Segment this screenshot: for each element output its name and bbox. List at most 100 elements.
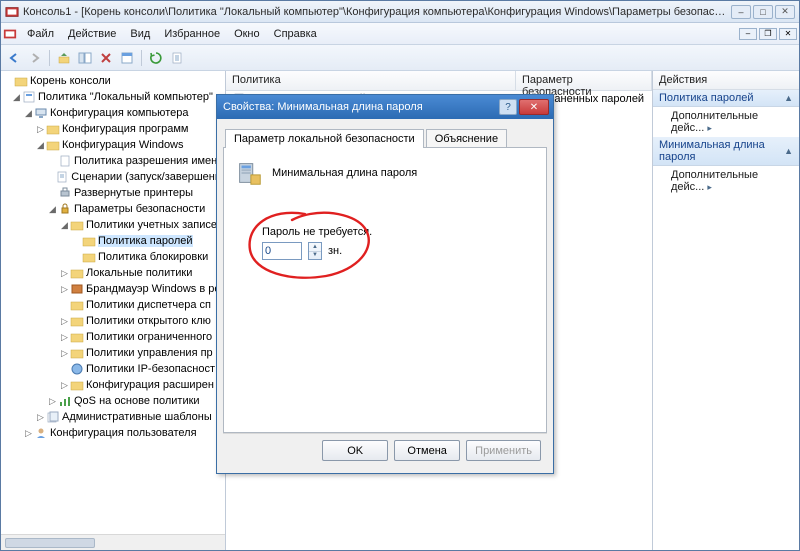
page-icon	[58, 154, 72, 168]
tree-item[interactable]: Политика блокировки	[98, 251, 208, 263]
tree[interactable]: Корень консоли ◢ Политика "Локальный комп…	[1, 71, 225, 534]
actions-group-1[interactable]: Политика паролей▲	[653, 90, 799, 107]
menu-view[interactable]: Вид	[124, 26, 156, 42]
delete-button[interactable]	[97, 49, 115, 67]
mmc-small-icon	[3, 27, 17, 41]
folder-icon	[70, 346, 84, 360]
spin-buttons[interactable]: ▲▼	[308, 242, 322, 260]
menu-file[interactable]: Файл	[21, 26, 60, 42]
child-minimize-button[interactable]: –	[739, 28, 757, 40]
ok-button[interactable]: OK	[322, 440, 388, 461]
chevron-right-icon: ▸	[707, 123, 712, 133]
twisty-icon[interactable]: ▷	[59, 284, 70, 295]
tab-local-security[interactable]: Параметр локальной безопасности	[225, 129, 424, 148]
tree-item[interactable]: Конфигурация расширен	[86, 379, 214, 391]
mmc-icon	[5, 5, 19, 19]
tree-item[interactable]: Политики управления пр	[86, 347, 213, 359]
script-icon	[55, 170, 69, 184]
show-hide-tree-button[interactable]	[76, 49, 94, 67]
folder-icon	[82, 234, 96, 248]
twisty-icon[interactable]: ▷	[59, 268, 70, 279]
menu-window[interactable]: Окно	[228, 26, 266, 42]
twisty-icon[interactable]: ◢	[47, 204, 58, 215]
tree-item[interactable]: Конфигурация компьютера	[50, 107, 188, 119]
child-restore-button[interactable]: ❐	[759, 28, 777, 40]
tree-item[interactable]: Сценарии (запуск/завершени	[71, 171, 221, 183]
properties-button[interactable]	[118, 49, 136, 67]
back-button[interactable]	[5, 49, 23, 67]
twisty-icon[interactable]: ▷	[59, 380, 70, 391]
twisty-icon[interactable]: ▷	[47, 396, 58, 407]
tree-item-selected[interactable]: Политика паролей	[98, 235, 193, 247]
window-title: Консоль1 - [Корень консоли\Политика "Лок…	[23, 6, 731, 18]
refresh-button[interactable]	[147, 49, 165, 67]
min-length-input[interactable]	[262, 242, 302, 260]
tree-item[interactable]: Конфигурация Windows	[62, 139, 184, 151]
tree-item[interactable]: Параметры безопасности	[74, 203, 205, 215]
actions-more-2[interactable]: Дополнительные дейс... ▸	[653, 166, 799, 196]
minimize-button[interactable]: –	[731, 5, 751, 19]
cancel-button[interactable]: Отмена	[394, 440, 460, 461]
menu-action[interactable]: Действие	[62, 26, 122, 42]
unit-label: зн.	[328, 245, 342, 257]
twisty-icon[interactable]: ▷	[59, 316, 70, 327]
twisty-icon[interactable]: ▷	[59, 332, 70, 343]
close-button[interactable]: ✕	[775, 5, 795, 19]
export-list-button[interactable]	[168, 49, 186, 67]
spin-up-icon[interactable]: ▲	[309, 243, 321, 252]
tree-item[interactable]: Политики учетных записе	[86, 219, 217, 231]
column-policy[interactable]: Политика	[226, 71, 516, 90]
user-icon	[34, 426, 48, 440]
column-param[interactable]: Параметр безопасности	[516, 71, 652, 90]
tab-explanation[interactable]: Объяснение	[426, 129, 507, 148]
tree-item[interactable]: QoS на основе политики	[74, 395, 200, 407]
folder-icon	[46, 122, 60, 136]
folder-icon	[70, 314, 84, 328]
spin-down-icon[interactable]: ▼	[309, 252, 321, 260]
actions-more-1[interactable]: Дополнительные дейс... ▸	[653, 107, 799, 137]
tab-page: Минимальная длина пароля Пароль не требу…	[223, 147, 547, 433]
tree-item[interactable]: Политики IP-безопасност	[86, 363, 215, 375]
firewall-icon	[70, 282, 84, 296]
actions-group-2[interactable]: Минимальная длина пароля▲	[653, 137, 799, 166]
dialog-title-bar[interactable]: Свойства: Минимальная длина пароля ? ✕	[217, 95, 553, 119]
menu-favorites[interactable]: Избранное	[158, 26, 226, 42]
forward-button[interactable]	[26, 49, 44, 67]
list-header: Политика Параметр безопасности	[226, 71, 652, 91]
folder-icon	[70, 218, 84, 232]
twisty-icon[interactable]: ◢	[11, 92, 22, 103]
tree-item[interactable]: Конфигурация пользователя	[50, 427, 197, 439]
apply-button[interactable]: Применить	[466, 440, 541, 461]
ipsec-icon	[70, 362, 84, 376]
maximize-button[interactable]: □	[753, 5, 773, 19]
up-button[interactable]	[55, 49, 73, 67]
twisty-icon[interactable]: ▷	[35, 412, 46, 423]
dialog-close-button[interactable]: ✕	[519, 99, 549, 115]
tree-item[interactable]: Локальные политики	[86, 267, 192, 279]
twisty-icon[interactable]: ▷	[23, 428, 34, 439]
tree-item[interactable]: Политика разрешения имен	[74, 155, 217, 167]
tree-root[interactable]: Корень консоли	[30, 75, 111, 87]
dialog-help-button[interactable]: ?	[499, 99, 517, 115]
twisty-icon[interactable]: ◢	[59, 220, 70, 231]
tree-item[interactable]: Развернутые принтеры	[74, 187, 193, 199]
tree-h-scrollbar[interactable]	[1, 534, 225, 550]
computer-icon	[34, 106, 48, 120]
tree-item[interactable]: Брандмауэр Windows в ре	[86, 283, 220, 295]
toolbar	[1, 45, 799, 71]
menu-help[interactable]: Справка	[268, 26, 323, 42]
tree-item[interactable]: Административные шаблоны	[62, 411, 212, 423]
tree-item[interactable]: Политики ограниченного	[86, 331, 212, 343]
tree-item[interactable]: Политика "Локальный компьютер"	[38, 91, 213, 103]
twisty-icon[interactable]: ◢	[35, 140, 46, 151]
tab-strip: Параметр локальной безопасности Объяснен…	[223, 125, 547, 147]
twisty-icon[interactable]: ▷	[59, 348, 70, 359]
twisty-icon[interactable]: ▷	[35, 124, 46, 135]
folder-icon	[14, 74, 28, 88]
tree-item[interactable]: Конфигурация программ	[62, 123, 188, 135]
twisty-icon[interactable]: ◢	[23, 108, 34, 119]
tree-item[interactable]: Политики открытого клю	[86, 315, 211, 327]
tree-item[interactable]: Политики диспетчера сп	[86, 299, 211, 311]
main-title-bar: Консоль1 - [Корень консоли\Политика "Лок…	[1, 1, 799, 23]
child-close-button[interactable]: ✕	[779, 28, 797, 40]
